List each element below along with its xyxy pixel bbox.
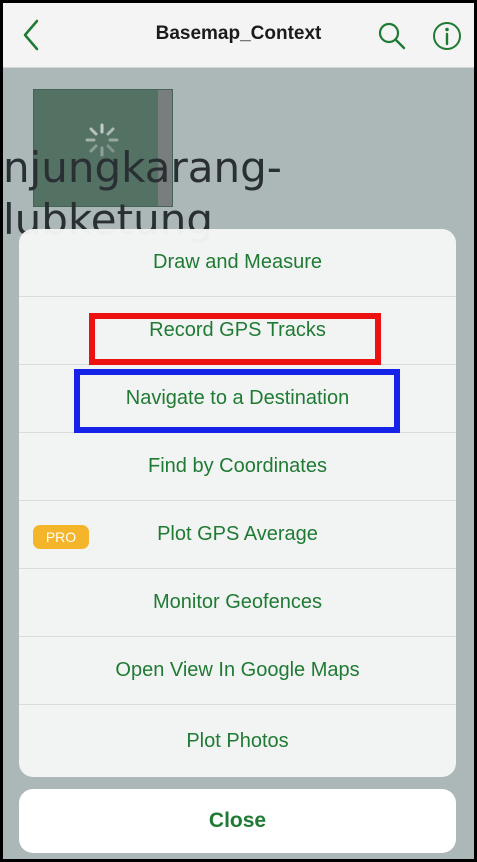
menu-item-plot-photos[interactable]: Plot Photos [19,705,456,777]
menu-item-plot-gps-average[interactable]: PRO Plot GPS Average [19,501,456,569]
menu-item-monitor-geofences[interactable]: Monitor Geofences [19,569,456,637]
menu-item-find-by-coordinates[interactable]: Find by Coordinates [19,433,456,501]
menu-item-label: Draw and Measure [153,251,322,273]
menu-item-label: Find by Coordinates [148,455,327,477]
menu-item-draw-and-measure[interactable]: Draw and Measure [19,229,456,297]
highlight-box-blue [74,369,400,433]
navigation-bar: Basemap_Context [3,3,474,68]
close-button[interactable]: Close [19,789,456,853]
menu-item-label: Monitor Geofences [153,591,322,613]
info-icon[interactable] [431,20,463,52]
menu-item-label: Plot Photos [186,729,289,752]
action-sheet: Draw and Measure Record GPS Tracks Navig… [19,229,456,777]
highlight-box-red [89,313,381,365]
screen: njungkarang- lubketung Basemap_Context D… [3,3,474,859]
menu-item-label: Open View In Google Maps [115,659,360,681]
menu-item-label: Plot GPS Average [157,523,318,545]
pro-badge: PRO [33,525,89,549]
search-icon[interactable] [376,20,408,52]
menu-item-open-in-google-maps[interactable]: Open View In Google Maps [19,637,456,705]
